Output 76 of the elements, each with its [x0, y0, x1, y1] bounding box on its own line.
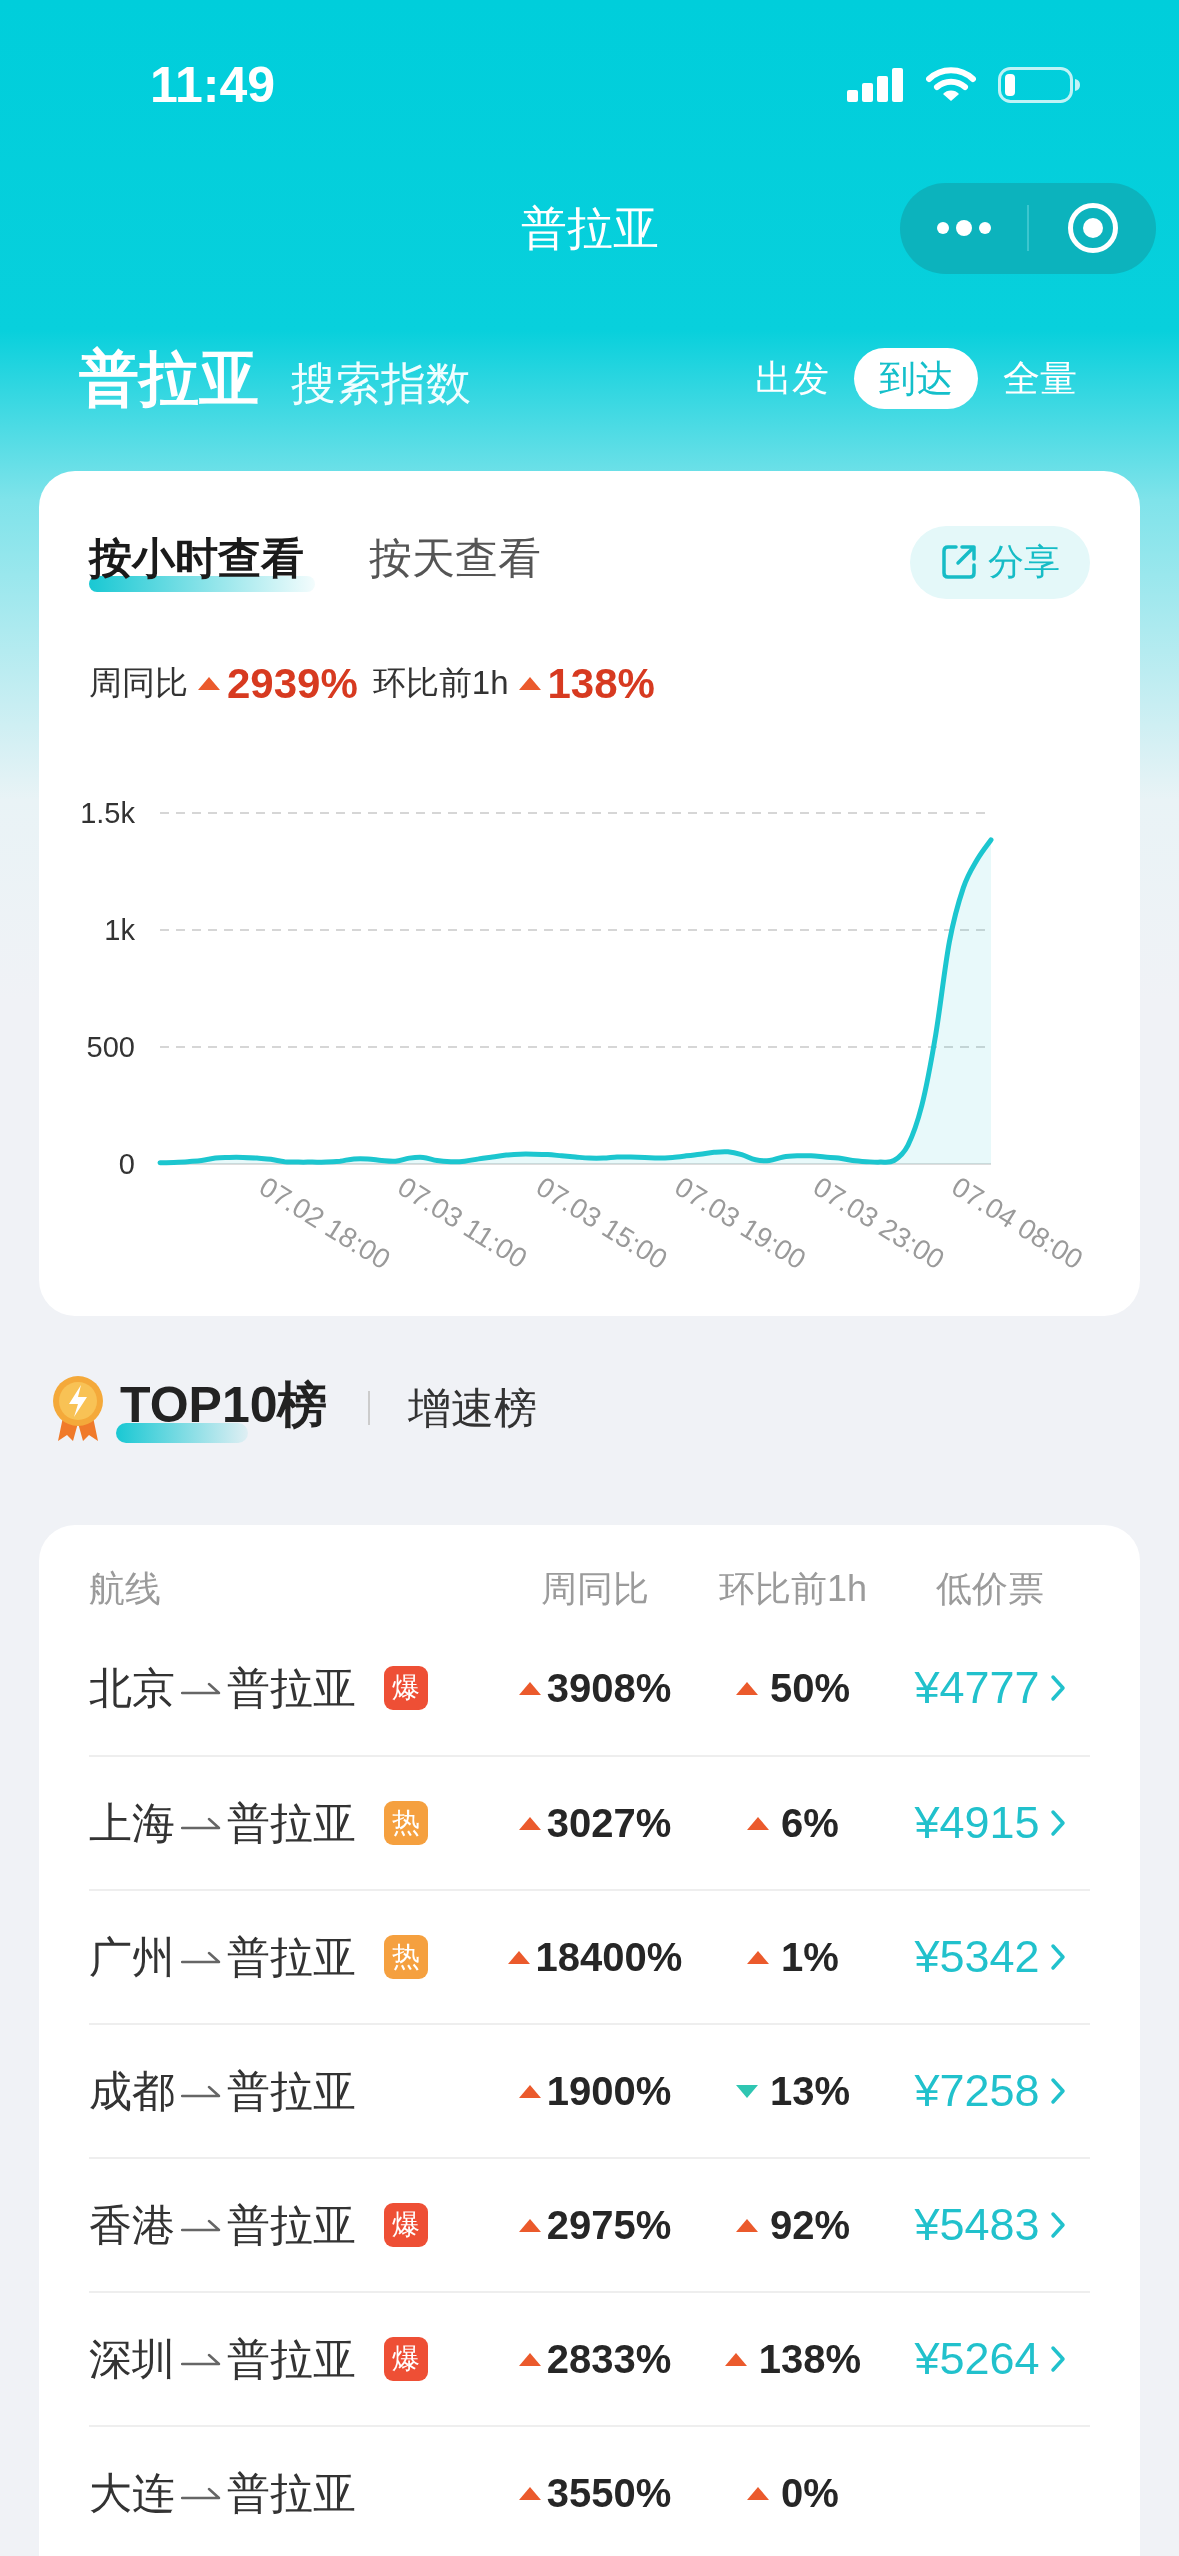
route-tag: 热	[384, 1935, 428, 1979]
origin-city: 深圳	[89, 2333, 175, 2385]
change-value: 1900%	[546, 2068, 672, 2115]
destination-city: 普拉亚	[227, 1797, 356, 1849]
change-value: 2833%	[546, 2336, 672, 2383]
direction-tab[interactable]: 出发	[730, 348, 854, 409]
signal-icon	[847, 68, 904, 102]
ranking-tab[interactable]: TOP10榜	[116, 1373, 328, 1443]
direction-tab[interactable]: 全量	[978, 348, 1102, 409]
battery-icon	[998, 67, 1081, 103]
destination-city: 普拉亚	[227, 2065, 356, 2117]
chevron-icon	[1049, 2345, 1066, 2373]
medal-icon	[51, 1374, 105, 1442]
price-button[interactable]: ¥4777	[914, 1654, 1066, 1722]
destination-city: 普拉亚	[227, 2467, 356, 2519]
change-value: 3027%	[546, 1800, 672, 1847]
change-value: 50%	[769, 1665, 851, 1712]
destination-city: 普拉亚	[227, 2199, 356, 2251]
axis-label: 1k	[104, 914, 135, 946]
column-header: 环比前1h	[718, 1567, 867, 1611]
stat-label: 环比前1h	[372, 663, 509, 704]
route-tag: 爆	[384, 1666, 428, 1710]
target-icon	[1066, 202, 1119, 254]
stat-label: 周同比	[89, 663, 188, 704]
change-value: 0%	[781, 2470, 839, 2517]
share-icon	[940, 543, 978, 581]
destination-city: 普拉亚	[227, 1931, 356, 1983]
column-header: 低价票	[936, 1567, 1044, 1611]
change-value: 6%	[781, 1800, 839, 1847]
price-button[interactable]: ¥4915	[914, 1789, 1066, 1857]
chevron-icon	[1049, 1809, 1066, 1837]
column-header: 航线	[89, 1567, 161, 1611]
origin-city: 上海	[89, 1797, 175, 1849]
wifi-icon	[926, 67, 976, 103]
destination-city: 普拉亚	[227, 2333, 356, 2385]
direction-tab[interactable]: 到达	[854, 348, 978, 409]
change-value: 2975%	[546, 2202, 672, 2249]
origin-city: 北京	[89, 1662, 175, 1714]
axis-label: 1.5k	[80, 797, 135, 829]
share-button[interactable]: 分享	[910, 525, 1090, 599]
status-time: 11:49	[150, 60, 276, 110]
chevron-icon	[1049, 1674, 1066, 1702]
origin-city: 香港	[89, 2199, 175, 2251]
city-title: 普拉亚	[79, 343, 259, 414]
change-value: 3908%	[546, 1665, 672, 1712]
ranking-tab[interactable]: 增速榜	[407, 1382, 537, 1434]
axis-label: 0	[118, 1148, 135, 1180]
destination-city: 普拉亚	[227, 1662, 356, 1714]
route-tag: 爆	[384, 2337, 428, 2381]
origin-city: 大连	[89, 2467, 175, 2519]
view-tab[interactable]: 按天查看	[369, 532, 552, 592]
page-title: 普拉亚	[520, 200, 659, 256]
origin-city: 广州	[89, 1931, 175, 1983]
index-subtitle: 搜索指数	[291, 356, 471, 411]
dots-icon	[935, 220, 992, 236]
price-button[interactable]: ¥5342	[914, 1923, 1066, 1991]
price-button[interactable]: ¥5483	[914, 2191, 1066, 2259]
change-value: 3550%	[546, 2470, 672, 2517]
axis-label: 500	[86, 1031, 135, 1063]
chevron-icon	[1049, 1943, 1066, 1971]
route-tag: 爆	[384, 2203, 428, 2247]
change-value: 18400%	[535, 1934, 683, 1981]
column-header: 周同比	[541, 1567, 649, 1611]
origin-city: 成都	[89, 2065, 175, 2117]
route-tag: 热	[384, 1801, 428, 1845]
change-value: 1%	[781, 1934, 839, 1981]
stat-value: 138%	[547, 658, 655, 709]
price-button[interactable]: ¥5264	[914, 2325, 1066, 2393]
view-tab[interactable]: 按小时查看	[89, 532, 315, 592]
stat-value: 2939%	[227, 658, 358, 709]
change-value: 92%	[769, 2202, 851, 2249]
change-value: 13%	[769, 2068, 851, 2115]
change-value: 138%	[758, 2336, 862, 2383]
price-button[interactable]: ¥7258	[914, 2057, 1066, 2125]
chevron-icon	[1049, 2211, 1066, 2239]
chevron-icon	[1049, 2077, 1066, 2105]
